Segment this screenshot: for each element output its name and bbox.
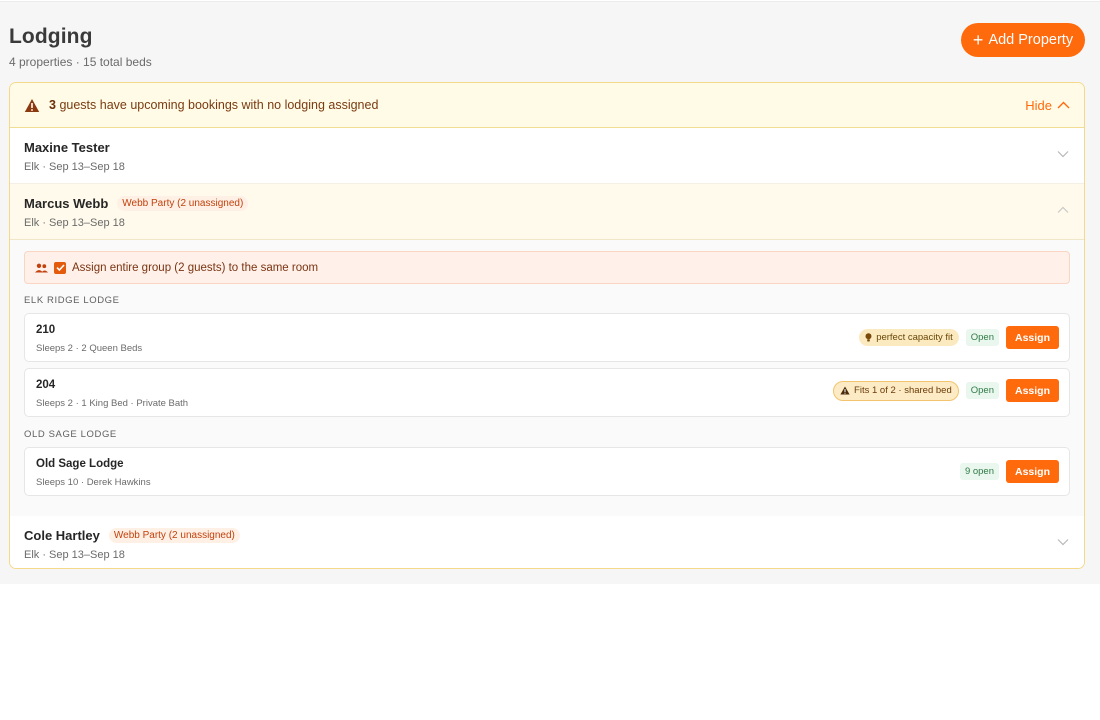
guest-meta: Elk · Sep 13–Sep 18 — [24, 549, 125, 561]
room-description: Sleeps 10 · Derek Hawkins — [36, 477, 151, 488]
assign-button[interactable]: Assign — [1006, 379, 1059, 402]
group-assign-option: Assign entire group (2 guests) to the sa… — [24, 251, 1070, 284]
group-assign-checkbox[interactable] — [54, 261, 66, 274]
page-header: Lodging 4 properties · 15 total beds + A… — [9, 23, 1085, 72]
guest-name-line: Marcus Webb Webb Party (2 unassigned) — [24, 196, 1070, 211]
group-assign-label: Assign entire group (2 guests) to the sa… — [72, 261, 319, 274]
guest-meta: Elk · Sep 13–Sep 18 — [24, 217, 125, 229]
warning-triangle-icon — [840, 386, 850, 395]
add-property-button[interactable]: + Add Property — [961, 23, 1085, 57]
users-icon — [35, 263, 48, 273]
room-name: Old Sage Lodge — [36, 458, 124, 470]
guest-name: Cole Hartley — [24, 528, 100, 543]
room-card-204: 204 Sleeps 2 · 1 King Bed · Private Bath… — [24, 368, 1070, 417]
room-card-210: 210 Sleeps 2 · 2 Queen Beds perfect capa… — [24, 313, 1070, 362]
hide-alert-toggle[interactable]: Hide — [1025, 98, 1070, 113]
chevron-up-icon[interactable] — [1057, 206, 1069, 214]
warning-triangle-icon — [24, 98, 40, 113]
lodging-page: Lodging 4 properties · 15 total beds + A… — [0, 0, 1100, 720]
availability-badge: 9 open — [959, 463, 999, 480]
alert-message: 3 guests have upcoming bookings with no … — [49, 98, 1025, 112]
lodging-panel: Lodging 4 properties · 15 total beds + A… — [0, 1, 1100, 584]
lightbulb-icon — [865, 333, 872, 342]
guest-row-maxine-tester[interactable]: Maxine Tester Elk · Sep 13–Sep 18 — [10, 128, 1084, 184]
assign-button[interactable]: Assign — [1006, 460, 1059, 483]
fit-chip: perfect capacity fit — [859, 329, 959, 346]
chevron-down-icon[interactable] — [1057, 538, 1069, 546]
unassigned-alert-bar: 3 guests have upcoming bookings with no … — [10, 83, 1084, 128]
page-subtitle: 4 properties · 15 total beds — [9, 55, 152, 69]
room-card-old-sage-lodge: Old Sage Lodge Sleeps 10 · Derek Hawkins… — [24, 447, 1070, 496]
lodging-options-panel: Assign entire group (2 guests) to the sa… — [10, 240, 1084, 516]
chevron-down-icon[interactable] — [1057, 150, 1069, 158]
party-badge: Webb Party (2 unassigned) — [108, 528, 240, 543]
room-actions: perfect capacity fit Open Assign — [859, 326, 1059, 349]
assign-button[interactable]: Assign — [1006, 326, 1059, 349]
guest-row-marcus-webb[interactable]: Marcus Webb Webb Party (2 unassigned) El… — [10, 184, 1084, 240]
unassigned-guests-card: 3 guests have upcoming bookings with no … — [9, 82, 1085, 569]
fit-chip: Fits 1 of 2 · shared bed — [833, 380, 959, 401]
alert-count: 3 — [49, 98, 56, 112]
guest-name: Marcus Webb — [24, 196, 109, 211]
section-label-old-sage-lodge: OLD SAGE LODGE — [24, 429, 117, 440]
guest-row-cole-hartley[interactable]: Cole Hartley Webb Party (2 unassigned) E… — [10, 516, 1084, 568]
room-actions: Fits 1 of 2 · shared bed Open Assign — [833, 379, 1059, 402]
fit-chip-label: Fits 1 of 2 · shared bed — [854, 385, 952, 396]
section-label-elk-ridge-lodge: ELK RIDGE LODGE — [24, 295, 120, 306]
chevron-up-icon — [1057, 101, 1070, 109]
party-badge: Webb Party (2 unassigned) — [117, 196, 249, 211]
availability-badge: Open — [965, 329, 999, 346]
availability-badge: Open — [965, 382, 999, 399]
guest-name: Maxine Tester — [24, 140, 110, 155]
fit-chip-label: perfect capacity fit — [876, 332, 953, 343]
room-actions: 9 open Assign — [959, 460, 1059, 483]
guest-name-line: Cole Hartley Webb Party (2 unassigned) — [24, 528, 1070, 543]
guest-name-line: Maxine Tester — [24, 140, 1070, 155]
alert-message-text: guests have upcoming bookings with no lo… — [59, 98, 379, 112]
page-title: Lodging — [9, 25, 93, 48]
plus-icon: + — [972, 30, 984, 50]
guest-meta: Elk · Sep 13–Sep 18 — [24, 161, 125, 173]
add-property-label: Add Property — [988, 32, 1074, 48]
hide-label: Hide — [1025, 97, 1052, 113]
